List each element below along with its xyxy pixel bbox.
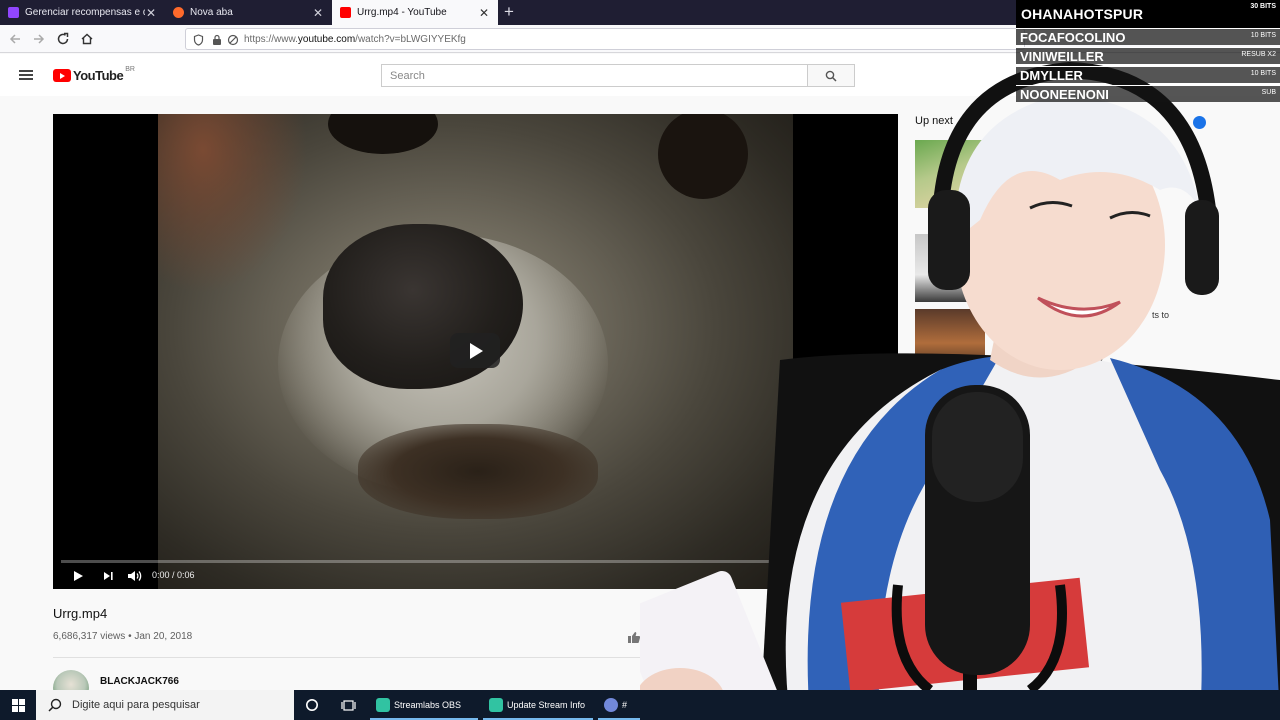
overlay-row: DMYLLER 10 BITS	[1016, 66, 1280, 83]
url-text[interactable]: https://www.youtube.com/watch?v=bLWGIYYE…	[244, 34, 466, 45]
meta-separator: •	[128, 631, 132, 642]
play-icon[interactable]	[72, 569, 84, 583]
taskbar-app-update-stream-info[interactable]: Update Stream Info	[483, 690, 593, 720]
channel-name[interactable]: BLACKJACK766	[100, 676, 179, 687]
alert-username: OHANAHOTSPUR	[1021, 6, 1144, 22]
close-icon[interactable]: ✕	[312, 6, 324, 20]
tab-manage-rewards[interactable]: Gerenciar recompensas e desafios ✕	[0, 0, 165, 25]
row-username: VINIWEILLER	[1020, 49, 1104, 64]
lock-icon[interactable]	[212, 33, 222, 51]
tab-label: Urrg.mp4 - YouTube	[357, 7, 447, 18]
twitch-favicon-icon	[8, 7, 19, 18]
video-timecode: 0:00 / 0:06	[152, 570, 195, 580]
row-tag: 10 BITS	[1250, 70, 1276, 77]
tab-youtube-video[interactable]: Urrg.mp4 - YouTube ✕	[332, 0, 498, 25]
row-username: FOCAFOCOLINO	[1020, 30, 1126, 45]
headphone-cup-right	[1185, 200, 1219, 295]
big-play-button[interactable]	[450, 333, 500, 368]
logo-wordmark: YouTube	[73, 68, 124, 83]
task-view-icon[interactable]	[339, 690, 357, 720]
video-metadata: 6,686,317 views • Jan 20, 2018	[53, 631, 192, 642]
view-count: 6,686,317 views	[53, 631, 126, 642]
row-tag: 10 BITS	[1250, 32, 1276, 39]
youtube-favicon-icon	[340, 7, 351, 18]
row-username: DMYLLER	[1020, 68, 1083, 83]
windows-taskbar: Digite aqui para pesquisar Streamlabs OB…	[0, 690, 1280, 720]
dog-mouth	[358, 424, 598, 519]
new-tab-plus-icon[interactable]: +	[504, 2, 514, 22]
back-arrow-icon[interactable]	[6, 30, 24, 48]
overlay-row: NOONEENONI SUB	[1016, 85, 1280, 102]
logo-country-code: BR	[125, 66, 135, 73]
youtube-logo[interactable]: YouTube BR	[53, 66, 135, 83]
stream-alert-overlay: OHANAHOTSPUR 30 BITS FOCAFOCOLINO 10 BIT…	[1016, 0, 1280, 106]
volume-icon[interactable]	[127, 569, 143, 583]
webcam-streamer-cutout	[640, 61, 1280, 720]
streamlabs-icon	[376, 698, 390, 712]
headphone-cup-left	[928, 190, 970, 290]
close-icon[interactable]: ✕	[145, 6, 157, 20]
video-title: Urrg.mp4	[53, 606, 108, 621]
search-placeholder: Search	[390, 70, 425, 82]
overlay-row: FOCAFOCOLINO 10 BITS	[1016, 28, 1280, 45]
permissions-icon[interactable]	[227, 33, 239, 51]
tab-label: Gerenciar recompensas e desafios	[25, 7, 145, 18]
taskbar-app-label: #	[622, 700, 628, 710]
divider	[53, 657, 643, 658]
alert-amount: 30 BITS	[1250, 3, 1276, 10]
dog-eye-left	[328, 114, 438, 154]
home-icon[interactable]	[78, 30, 96, 48]
upload-date: Jan 20, 2018	[134, 631, 193, 642]
fur-patch	[158, 114, 308, 294]
reload-icon[interactable]	[54, 30, 72, 48]
url-path: /watch?v=bLWGIYYEKfg	[355, 34, 466, 45]
forward-arrow-icon[interactable]	[30, 30, 48, 48]
windows-start-icon[interactable]	[0, 690, 36, 720]
url-prefix: https://www.	[244, 34, 298, 45]
overlay-top-alert: OHANAHOTSPUR 30 BITS	[1016, 0, 1280, 28]
shield-icon[interactable]	[193, 33, 204, 51]
taskbar-search-placeholder: Digite aqui para pesquisar	[72, 699, 200, 711]
taskbar-app-streamlabs[interactable]: Streamlabs OBS	[370, 690, 478, 720]
firefox-favicon-icon	[173, 7, 184, 18]
thumbs-up-icon	[628, 632, 641, 643]
row-username: NOONEENONI	[1020, 87, 1109, 102]
close-icon[interactable]: ✕	[478, 6, 490, 20]
taskbar-app-label: Update Stream Info	[507, 700, 586, 710]
next-track-icon[interactable]	[102, 569, 114, 583]
cortana-circle-icon[interactable]	[303, 690, 321, 720]
search-icon	[48, 698, 62, 712]
tab-label: Nova aba	[190, 7, 233, 18]
streamlabs-icon	[489, 698, 503, 712]
microphone-grille	[932, 392, 1023, 502]
row-tag: SUB	[1261, 89, 1276, 96]
taskbar-search-input[interactable]: Digite aqui para pesquisar	[36, 690, 294, 720]
tab-new-tab[interactable]: Nova aba ✕	[165, 0, 332, 25]
taskbar-app-discord[interactable]: #	[598, 690, 640, 720]
taskbar-app-label: Streamlabs OBS	[394, 700, 462, 710]
menu-hamburger-icon[interactable]	[19, 70, 33, 80]
url-domain: youtube.com	[297, 34, 356, 45]
overlay-row: VINIWEILLER RESUB X2	[1016, 47, 1280, 64]
youtube-play-logo-icon	[53, 69, 71, 82]
row-tag: RESUB X2	[1241, 51, 1276, 58]
discord-icon	[604, 698, 618, 712]
